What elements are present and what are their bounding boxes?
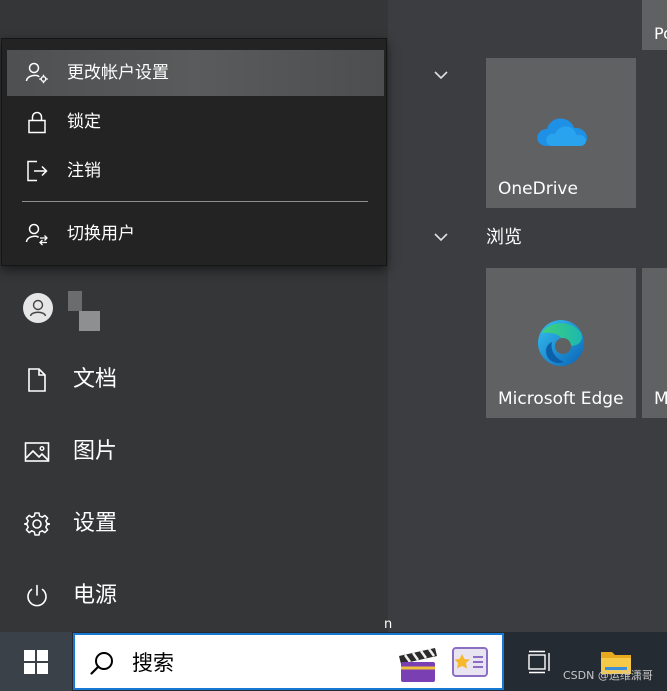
power-icon [27,584,47,607]
blurred-username [79,311,100,331]
lock-icon [28,111,46,134]
document-icon [28,368,46,392]
tile-label: OneDrive [498,179,578,199]
start-button[interactable] [0,632,72,691]
tile-partial-right[interactable]: M [642,268,667,418]
edge-logo-icon [538,320,584,366]
nav-item-label: 设置 [73,511,118,536]
watermark-text: CSDN @运维潇哥 [563,669,653,682]
task-view-icon[interactable] [527,650,553,674]
group-title-browse[interactable]: 浏览 [486,226,522,250]
menu-item-label: 更改帐户设置 [67,63,169,83]
menu-item-lock[interactable]: 锁定 [7,99,384,145]
stray-text: n [384,617,393,632]
user-avatar[interactable] [23,293,53,323]
pictures-icon [24,442,50,462]
menu-item-label: 锁定 [67,112,101,132]
news-card-icon [452,647,488,677]
tile-label: Microsoft Edge [498,389,624,409]
menu-separator [22,201,368,202]
nav-item-label: 电源 [73,583,118,608]
menu-item-label: 注销 [67,161,101,181]
nav-item-power[interactable]: 电源 [0,566,388,626]
tile-microsoft-edge[interactable]: Microsoft Edge [486,268,636,418]
tile-label: Po [654,24,667,43]
blurred-username [68,291,82,311]
search-placeholder: 搜索 [132,651,174,675]
nav-item-pictures[interactable]: 图片 [0,422,388,482]
nav-item-label: 图片 [73,439,118,464]
windows-logo-icon [24,650,48,674]
taskbar: 搜索 CSDN @运维潇哥 [0,632,667,691]
clapperboard-icon [399,648,437,682]
menu-item-label: 切换用户 [67,224,135,244]
nav-item-settings[interactable]: 设置 [0,494,388,554]
collapse-group-chevron-icon[interactable] [432,231,450,243]
tile-onedrive[interactable]: OneDrive [486,58,636,208]
sign-out-icon [27,160,48,182]
menu-item-switch-user[interactable]: 切换用户 [7,211,384,257]
gear-icon [24,512,50,536]
tile-partial-top[interactable]: Po [642,0,667,50]
onedrive-cloud-icon [537,118,587,146]
collapse-group-chevron-icon[interactable] [432,69,450,81]
account-settings-icon [25,62,48,84]
nav-item-documents[interactable]: 文档 [0,350,388,410]
taskbar-search-box[interactable]: 搜索 [73,633,504,690]
switch-user-icon [25,223,48,246]
tile-label: M [654,389,667,409]
account-flyout-menu: 更改帐户设置 锁定 注销 切换用户 [1,38,387,266]
search-icon [90,652,113,675]
person-icon [29,299,47,317]
nav-item-label: 文档 [73,367,118,392]
menu-item-sign-out[interactable]: 注销 [7,148,384,194]
menu-item-change-account-settings[interactable]: 更改帐户设置 [7,50,384,96]
